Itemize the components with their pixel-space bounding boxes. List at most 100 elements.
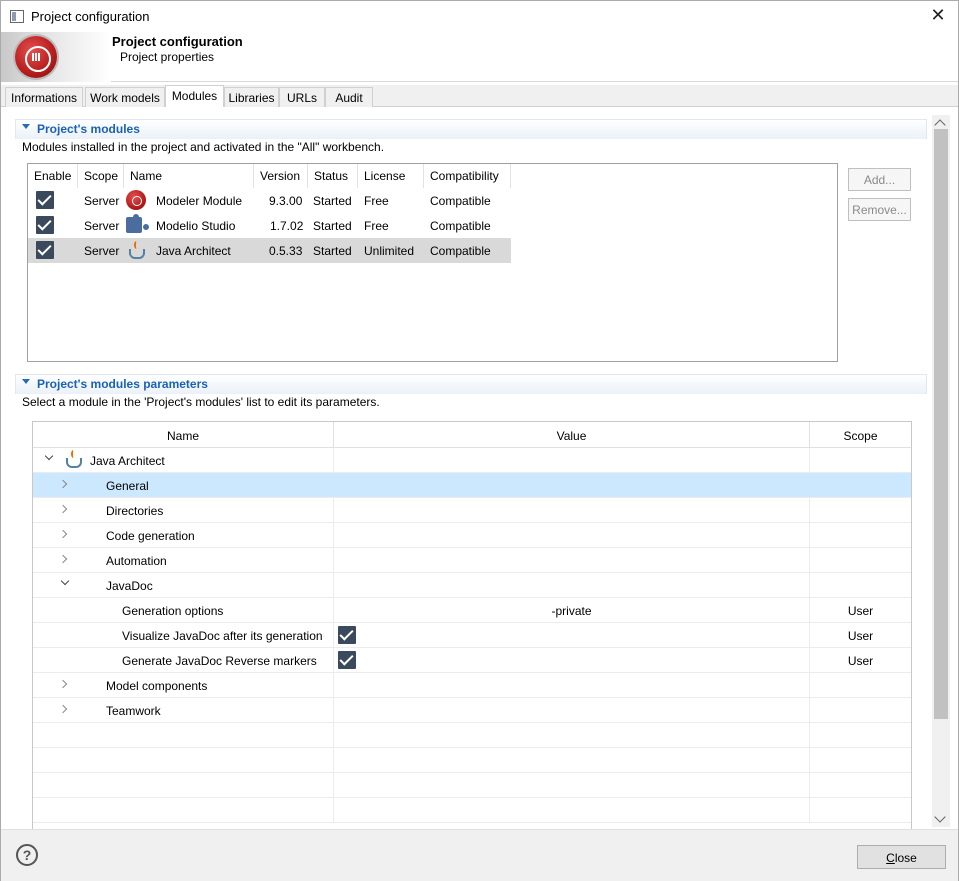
module-row[interactable]: Server Modelio Studio 1.7.02 Started Fre…	[28, 213, 511, 238]
tree-row[interactable]: Generation options -private User	[33, 598, 911, 623]
dialog-footer: ? Close	[1, 829, 958, 881]
collapse-chevron-icon	[22, 379, 30, 384]
expand-chevron-icon[interactable]	[44, 451, 54, 461]
tree-row-scope-cell	[810, 448, 911, 473]
modelio-logo-icon	[15, 36, 57, 78]
tab-modules[interactable]: Modules	[165, 85, 224, 108]
params-section-description: Select a module in the 'Project's module…	[22, 395, 380, 409]
tree-row-scope-cell	[810, 673, 911, 698]
tree-row[interactable]: Teamwork	[33, 698, 911, 723]
scrollbar-thumb[interactable]	[934, 129, 948, 719]
tab-urls[interactable]: URLs	[279, 87, 325, 107]
tree-row-value-cell	[334, 498, 810, 523]
params-section-header[interactable]: Project's modules parameters	[15, 374, 927, 394]
window-icon	[10, 10, 24, 23]
tree-node-label: Model components	[106, 679, 208, 693]
module-row[interactable]: Server Java Architect 0.5.33 Started Unl…	[28, 238, 511, 263]
tree-row-name-cell: Code generation	[33, 523, 334, 548]
param-scope-text: User	[847, 604, 874, 618]
tree-row-scope-cell: User	[810, 648, 911, 673]
tree-node-label: Java Architect	[90, 454, 165, 468]
col-scope[interactable]: Scope	[78, 164, 124, 188]
module-compatibility: Compatible	[430, 244, 491, 258]
expand-chevron-icon[interactable]	[58, 679, 68, 689]
tree-node-label: Generate JavaDoc Reverse markers	[122, 654, 317, 668]
tree-row[interactable]: Code generation	[33, 523, 911, 548]
module-status: Started	[313, 194, 352, 208]
col-compatibility[interactable]: Compatibility	[424, 164, 511, 188]
param-value-field[interactable]: -private	[334, 598, 810, 623]
col-param-value[interactable]: Value	[334, 422, 810, 448]
add-module-button[interactable]: Add...	[848, 168, 911, 191]
modules-section-header[interactable]: Project's modules	[15, 119, 927, 139]
modules-section-description: Modules installed in the project and act…	[22, 140, 385, 154]
tree-row[interactable]: Automation	[33, 548, 911, 573]
module-status: Started	[313, 219, 352, 233]
tree-node-label: Teamwork	[106, 704, 161, 718]
close-window-icon[interactable]: ✕	[926, 4, 950, 28]
tab-libraries[interactable]: Libraries	[224, 87, 279, 107]
tree-row[interactable]: General	[33, 473, 911, 498]
title-bar: Project configuration ✕	[1, 1, 958, 32]
module-row[interactable]: Server Modeler Module 9.3.00 Started Fre…	[28, 188, 511, 213]
col-version[interactable]: Version	[254, 164, 308, 188]
tab-audit[interactable]: Audit	[325, 87, 373, 107]
tree-node-label: Automation	[106, 554, 167, 568]
tree-row[interactable]: Visualize JavaDoc after its generation U…	[33, 623, 911, 648]
tree-row-name-cell: Teamwork	[33, 698, 334, 723]
enable-checkbox[interactable]	[36, 241, 54, 259]
empty-row	[33, 723, 911, 748]
tree-node-label: JavaDoc	[106, 579, 153, 593]
tree-row-value-cell	[334, 648, 810, 673]
module-scope: Server	[84, 244, 120, 258]
vertical-scrollbar[interactable]	[932, 115, 950, 827]
modules-table-header: Enable Scope Name Version Status License…	[28, 164, 511, 188]
module-license: Free	[364, 194, 389, 208]
puzzle-icon	[126, 214, 149, 233]
scroll-down-icon[interactable]	[934, 811, 946, 823]
tab-work-models[interactable]: Work models	[85, 87, 165, 107]
expand-chevron-icon[interactable]	[58, 554, 68, 564]
tree-row-value-cell	[334, 573, 810, 598]
tree-node-label: Code generation	[106, 529, 195, 543]
tree-node-label: Generation options	[122, 604, 224, 618]
tree-row[interactable]: Model components	[33, 673, 911, 698]
project-configuration-dialog: Project configuration ✕ Project configur…	[0, 0, 959, 881]
tree-row-name-cell: General	[33, 473, 334, 498]
java-icon	[63, 449, 83, 469]
expand-chevron-icon[interactable]	[58, 704, 68, 714]
close-button[interactable]: Close	[857, 845, 946, 869]
tree-row-scope-cell	[810, 523, 911, 548]
enable-checkbox[interactable]	[36, 216, 54, 234]
tree-row[interactable]: JavaDoc	[33, 573, 911, 598]
tree-row-value-cell	[334, 698, 810, 723]
tree-row-scope-cell	[810, 548, 911, 573]
col-param-name[interactable]: Name	[33, 422, 334, 448]
expand-chevron-icon[interactable]	[58, 479, 68, 489]
col-license[interactable]: License	[358, 164, 424, 188]
tree-row[interactable]: Directories	[33, 498, 911, 523]
tree-row[interactable]: Java Architect	[33, 448, 911, 473]
tree-row[interactable]: Generate JavaDoc Reverse markers User	[33, 648, 911, 673]
params-section-title: Project's modules parameters	[37, 377, 208, 391]
param-checkbox[interactable]	[338, 626, 356, 644]
param-checkbox[interactable]	[338, 651, 356, 669]
expand-chevron-icon[interactable]	[60, 576, 70, 586]
empty-row	[33, 748, 911, 773]
tab-informations[interactable]: Informations	[5, 87, 83, 107]
expand-chevron-icon[interactable]	[58, 529, 68, 539]
col-status[interactable]: Status	[308, 164, 358, 188]
help-icon[interactable]: ?	[16, 844, 38, 866]
close-mnemonic: C	[886, 851, 895, 865]
empty-row	[33, 773, 911, 798]
tree-node-label: General	[106, 479, 149, 493]
col-name[interactable]: Name	[124, 164, 254, 188]
remove-module-button[interactable]: Remove...	[848, 198, 911, 221]
tree-row-value-cell	[334, 673, 810, 698]
modules-tab-content: Project's modules Modules installed in t…	[1, 107, 958, 829]
expand-chevron-icon[interactable]	[58, 504, 68, 514]
col-enable[interactable]: Enable	[28, 164, 78, 188]
col-param-scope[interactable]: Scope	[810, 422, 911, 448]
module-license: Unlimited	[364, 244, 415, 258]
enable-checkbox[interactable]	[36, 191, 54, 209]
